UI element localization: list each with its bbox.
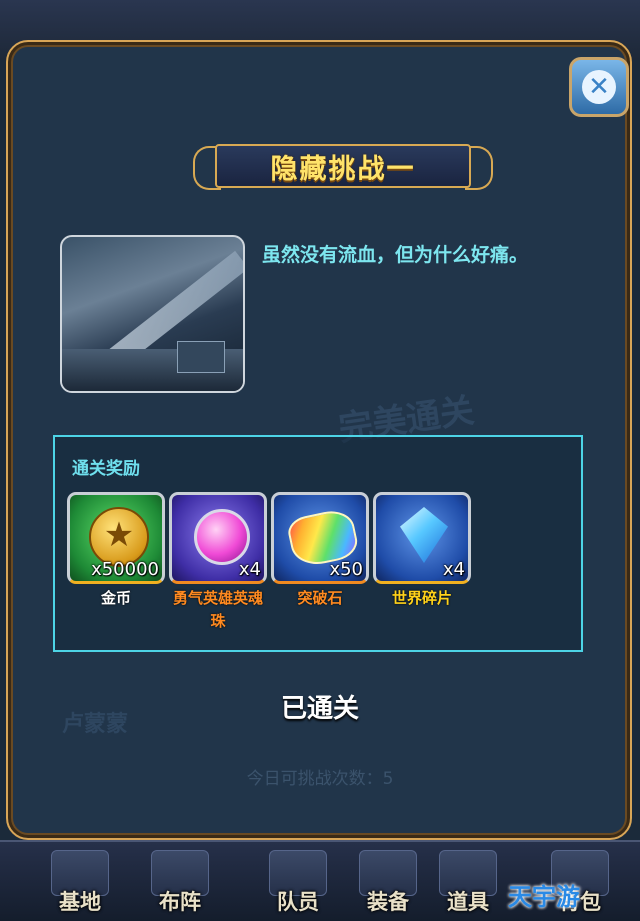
watermark: 天宇游 bbox=[508, 883, 580, 911]
item-frame: x50 bbox=[271, 492, 369, 584]
reward-item-world-shard[interactable]: x4 世界碎片 bbox=[373, 492, 471, 610]
item-count: x4 bbox=[238, 559, 261, 580]
stage-description: 虽然没有流血，但为什么好痛。 bbox=[262, 244, 529, 266]
close-button[interactable]: ✕ bbox=[569, 57, 629, 117]
world-shard-icon bbox=[400, 507, 448, 563]
item-count: x50 bbox=[329, 559, 363, 580]
soul-orb-icon bbox=[194, 509, 250, 565]
reward-item-soul-orb[interactable]: x4 勇气英雄英魂珠 bbox=[169, 492, 267, 633]
nav-base[interactable]: 基地 bbox=[40, 850, 120, 916]
cleared-status: 已通关 bbox=[280, 694, 359, 724]
item-name: 世界碎片 bbox=[391, 589, 452, 607]
reward-item-breakthrough-stone[interactable]: x50 突破石 bbox=[271, 492, 369, 610]
item-name: 勇气英雄英魂珠 bbox=[172, 589, 263, 630]
item-count: x4 bbox=[442, 559, 465, 580]
item-frame: ★ x50000 bbox=[67, 492, 165, 584]
nav-label: 布阵 bbox=[159, 890, 201, 914]
close-icon: ✕ bbox=[582, 70, 616, 104]
nav-items[interactable]: 道具 bbox=[428, 850, 508, 916]
reward-title: 通关奖励 bbox=[72, 459, 140, 479]
station-panel bbox=[177, 341, 225, 373]
nav-formation[interactable]: 布阵 bbox=[140, 850, 220, 916]
stage-thumbnail bbox=[60, 235, 245, 393]
nav-label: 基地 bbox=[59, 890, 101, 914]
item-name: 金币 bbox=[100, 589, 131, 607]
item-count: x50000 bbox=[91, 559, 159, 580]
nav-members[interactable]: 队员 bbox=[258, 850, 338, 916]
ghost-attempts-counter: 今日可挑战次数：5 bbox=[246, 769, 394, 789]
item-frame: x4 bbox=[373, 492, 471, 584]
nav-label: 道具 bbox=[447, 890, 489, 914]
reward-item-gold[interactable]: ★ x50000 金币 bbox=[67, 492, 165, 610]
title-banner: 隐藏挑战一 bbox=[193, 138, 493, 194]
nav-equipment[interactable]: 装备 bbox=[348, 850, 428, 916]
item-name: 突破石 bbox=[297, 589, 343, 607]
dialog-title: 隐藏挑战一 bbox=[270, 153, 416, 185]
nav-label: 队员 bbox=[277, 890, 319, 914]
nav-label: 装备 bbox=[367, 890, 409, 914]
reward-panel: 通关奖励 ★ x50000 金币 x4 勇气英雄英魂珠 x50 突破石 x4 世… bbox=[53, 435, 583, 652]
gold-coin-icon: ★ bbox=[89, 507, 149, 567]
item-frame: x4 bbox=[169, 492, 267, 584]
